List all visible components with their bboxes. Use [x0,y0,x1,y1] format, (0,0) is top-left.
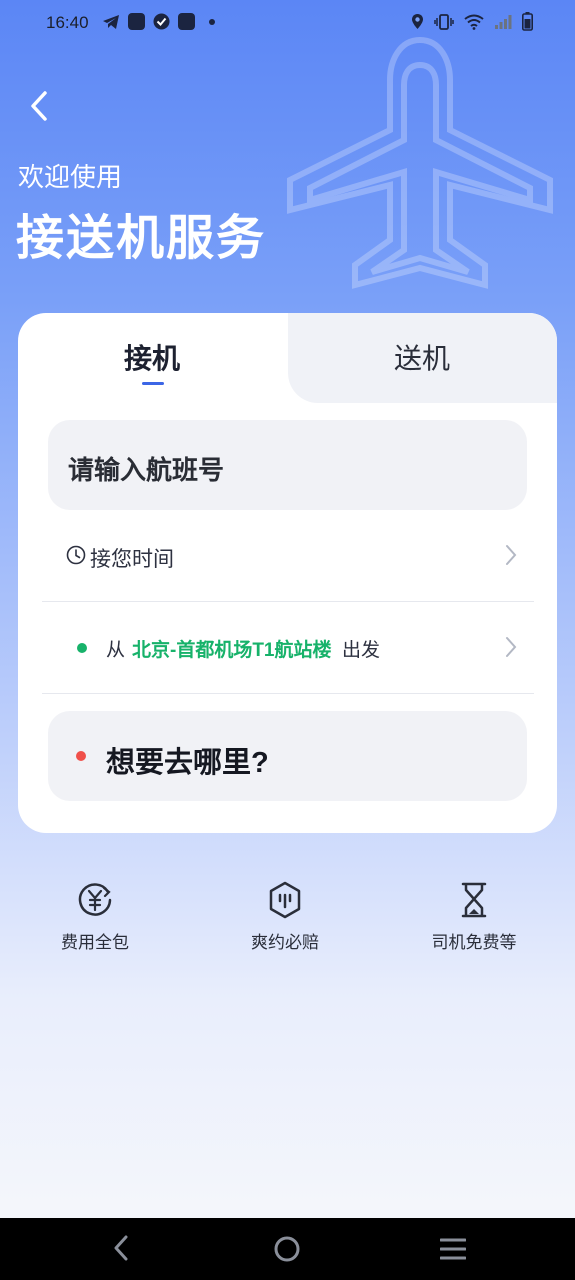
tab-pickup[interactable]: 接机 [124,337,180,377]
hourglass-icon [461,882,487,918]
feature-label: 爽约必赔 [251,933,319,952]
telegram-icon [103,14,119,29]
shield-icon [269,881,301,919]
destination-input[interactable]: 想要去哪里? [48,711,527,801]
departure-row[interactable]: 从 北京-首都机场T1航站楼 出发 [42,603,534,694]
vivo-icon [178,13,195,30]
check-icon [153,13,170,30]
chevron-right-icon [506,545,517,565]
chevron-right-icon [506,637,517,657]
nav-home-button[interactable] [273,1235,301,1263]
from-suffix: 出发 [342,639,381,661]
dot-icon [209,18,215,25]
feature-all-inclusive: 费用全包 [25,880,165,953]
origin-place: 北京-首都机场T1航站楼 [132,640,332,661]
booking-card: 接机 送机 请输入航班号 接您时间 从 北京-首都机场T1航站楼 出发 想要去哪… [18,313,557,833]
tab-dropoff[interactable]: 送机 [394,337,450,377]
mail-icon [128,13,145,30]
flight-number-placeholder: 请输入航班号 [68,455,225,485]
welcome-text: 欢迎使用 [18,162,123,192]
feature-label: 司机免费等 [431,933,517,952]
status-time: 16:40 [46,13,89,32]
origin-dot-icon [77,643,87,653]
yuan-icon [78,883,112,916]
destination-dot-icon [76,751,86,761]
tab-pickup-indicator [142,382,164,385]
from-prefix: 从 [106,639,126,661]
system-nav-bar [0,1218,575,1280]
clock-icon [66,545,86,565]
status-left-icons [102,13,215,30]
nav-back-button[interactable] [110,1234,134,1262]
feature-free-waiting: 司机免费等 [404,880,544,953]
flight-number-input[interactable]: 请输入航班号 [48,420,527,510]
nav-menu-button[interactable] [440,1238,466,1260]
feature-no-show-compensation: 爽约必赔 [215,880,355,953]
feature-label: 费用全包 [61,933,129,952]
pickup-time-label: 接您时间 [90,548,174,571]
plane-watermark-icon [287,36,553,289]
pickup-time-row[interactable]: 接您时间 [42,511,534,602]
page-title: 接送机服务 [16,212,267,265]
back-button[interactable] [22,86,62,126]
destination-placeholder: 想要去哪里? [106,747,269,779]
